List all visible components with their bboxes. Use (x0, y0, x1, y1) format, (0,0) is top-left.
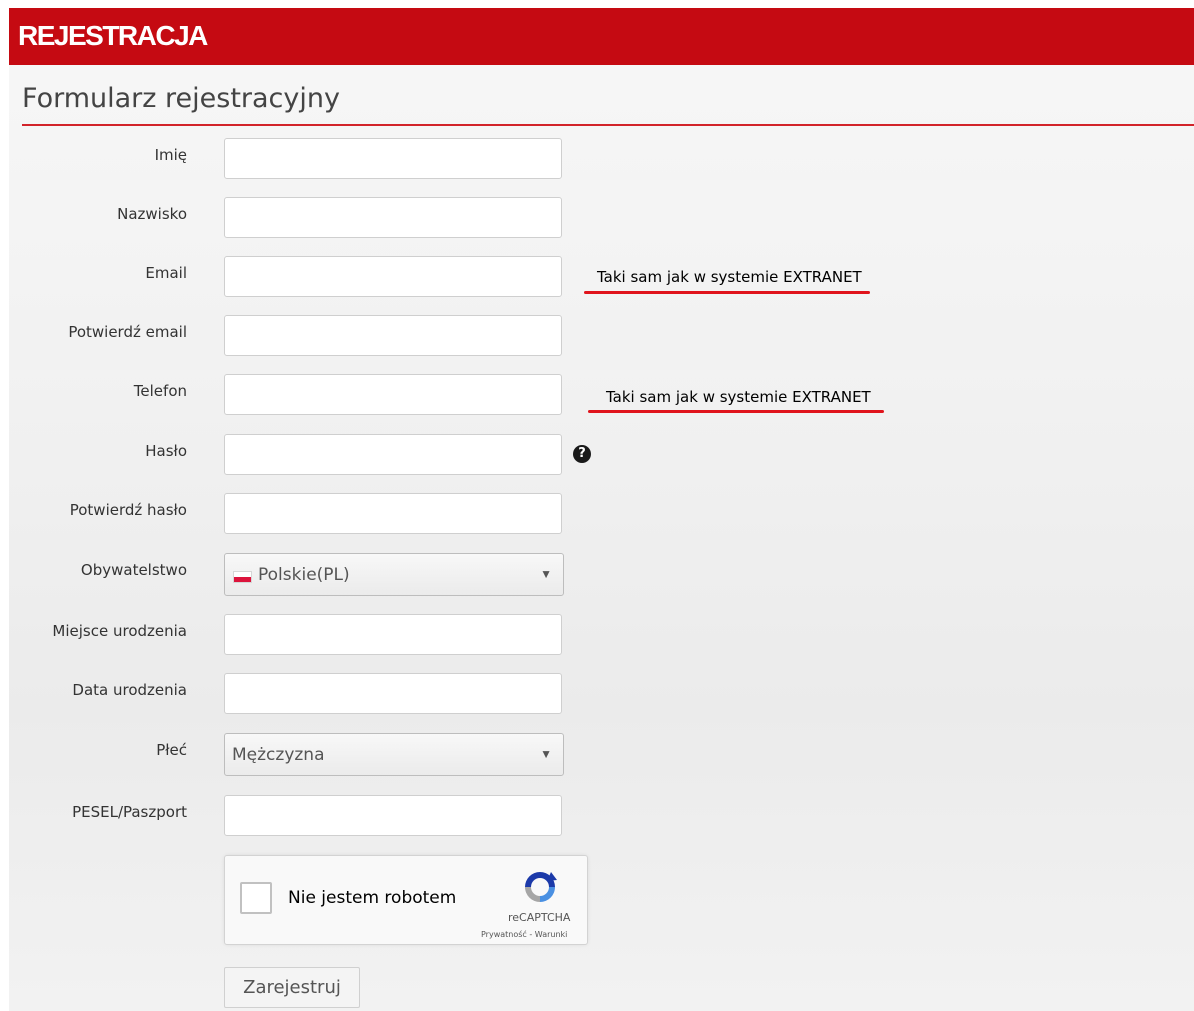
gender-value: Mężczyzna (232, 745, 325, 765)
password-confirm-label: Potwierdź hasło (69, 501, 187, 519)
citizenship-select[interactable]: Polskie(PL) ▼ (224, 553, 564, 596)
recaptcha-logo-icon (525, 872, 557, 902)
email-input[interactable] (224, 256, 562, 297)
password-confirm-input[interactable] (224, 493, 562, 534)
chevron-down-icon: ▼ (540, 747, 552, 761)
recaptcha-brand: reCAPTCHA (508, 911, 571, 924)
phone-input[interactable] (224, 374, 562, 415)
birthdate-input[interactable] (224, 673, 562, 714)
first-name-input[interactable] (224, 138, 562, 179)
pesel-passport-input[interactable] (224, 795, 562, 836)
recaptcha-privacy-terms-links[interactable]: Prywatność - Warunki (481, 930, 567, 939)
registration-page: REJESTRACJA Formularz rejestracyjny Imię… (9, 8, 1194, 1011)
birthplace-label: Miejsce urodzenia (52, 622, 187, 640)
phone-label: Telefon (133, 382, 187, 400)
last-name-label: Nazwisko (117, 205, 187, 223)
recaptcha-checkbox[interactable] (240, 882, 272, 914)
password-label: Hasło (145, 442, 187, 460)
form-title: Formularz rejestracyjny (22, 83, 340, 114)
pesel-passport-label: PESEL/Paszport (72, 803, 187, 821)
email-note-underline (584, 291, 870, 294)
citizenship-label: Obywatelstwo (80, 561, 187, 579)
poland-flag-icon (233, 571, 252, 583)
birthplace-input[interactable] (224, 614, 562, 655)
phone-note-underline (588, 410, 884, 413)
email-note: Taki sam jak w systemie EXTRANET (597, 268, 862, 286)
register-button[interactable]: Zarejestruj (224, 967, 360, 1008)
phone-note: Taki sam jak w systemie EXTRANET (606, 388, 871, 406)
recaptcha-label: Nie jestem robotem (288, 888, 457, 908)
password-help-icon[interactable]: ? (573, 445, 591, 463)
header-title: REJESTRACJA (18, 20, 208, 51)
recaptcha-widget: Nie jestem robotem reCAPTCHA Prywatność … (224, 855, 588, 945)
email-confirm-label: Potwierdź email (68, 323, 187, 341)
header-bar: REJESTRACJA (9, 8, 1194, 65)
chevron-down-icon: ▼ (540, 567, 552, 581)
birthdate-label: Data urodzenia (72, 681, 187, 699)
title-divider (22, 124, 1194, 126)
citizenship-value: Polskie(PL) (258, 565, 350, 585)
gender-label: Płeć (156, 741, 187, 759)
password-input[interactable] (224, 434, 562, 475)
email-confirm-input[interactable] (224, 315, 562, 356)
email-label: Email (145, 264, 187, 282)
first-name-label: Imię (154, 146, 187, 164)
gender-select[interactable]: Mężczyzna ▼ (224, 733, 564, 776)
last-name-input[interactable] (224, 197, 562, 238)
